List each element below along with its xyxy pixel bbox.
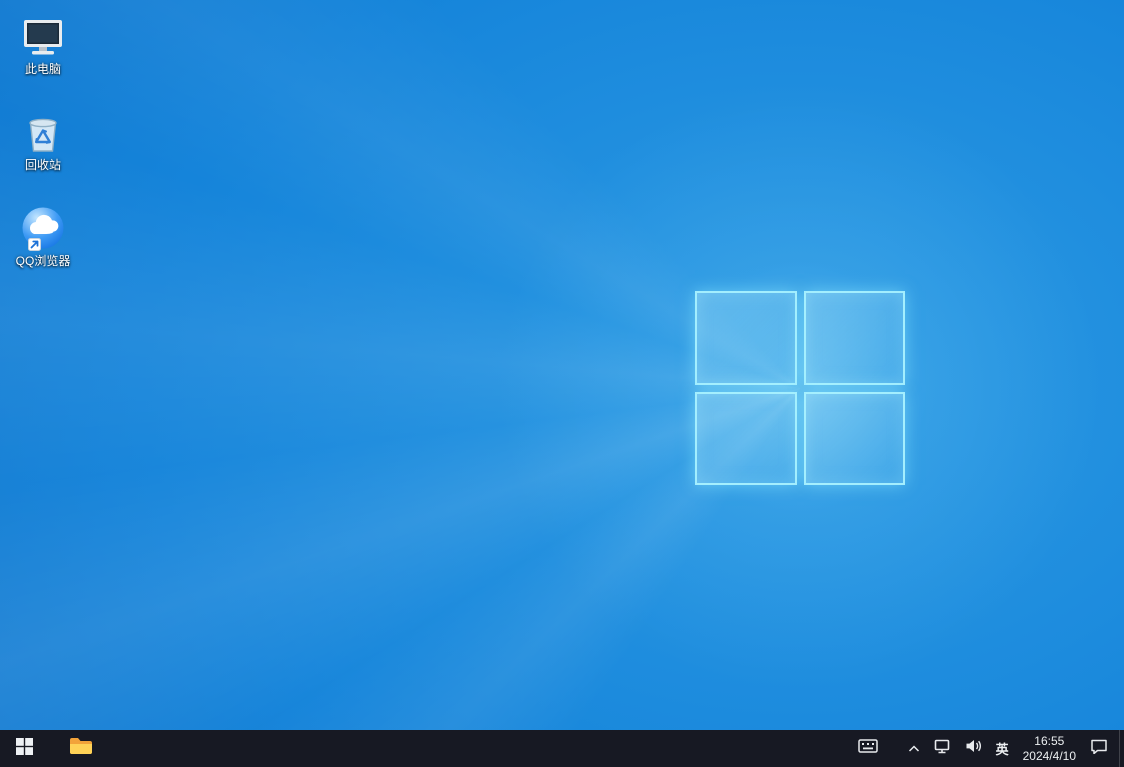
touch-keyboard-icon bbox=[858, 739, 878, 758]
this-pc-icon bbox=[19, 14, 67, 60]
this-pc-label: 此电脑 bbox=[25, 62, 61, 76]
system-tray: 英 16:55 2024/4/10 bbox=[851, 730, 1124, 767]
file-explorer-button[interactable] bbox=[58, 730, 104, 767]
desktop-background[interactable]: 此电脑 回收站 bbox=[0, 0, 1124, 730]
windows-logo-pane bbox=[804, 392, 906, 486]
windows-logo-pane bbox=[695, 291, 797, 385]
windows-logo-pane bbox=[695, 392, 797, 486]
folder-icon bbox=[69, 736, 93, 761]
desktop-icon-recycle-bin[interactable]: 回收站 bbox=[7, 110, 79, 172]
network-button[interactable] bbox=[927, 730, 958, 767]
ime-language-indicator[interactable]: 英 bbox=[989, 730, 1016, 767]
speaker-icon bbox=[965, 739, 982, 758]
touch-keyboard-button[interactable] bbox=[851, 730, 885, 767]
wallpaper-light-rays bbox=[0, 0, 1124, 730]
show-desktop-button[interactable] bbox=[1119, 730, 1124, 767]
taskbar: 英 16:55 2024/4/10 bbox=[0, 730, 1124, 767]
desktop-icon-this-pc[interactable]: 此电脑 bbox=[7, 14, 79, 76]
show-hidden-icons-button[interactable] bbox=[901, 730, 927, 767]
recycle-bin-icon bbox=[19, 110, 67, 156]
action-center-button[interactable] bbox=[1083, 730, 1115, 767]
windows-logo-pane bbox=[804, 291, 906, 385]
notification-bubble-icon bbox=[1090, 738, 1108, 759]
start-button[interactable] bbox=[0, 730, 48, 767]
clock-time: 16:55 bbox=[1034, 734, 1064, 749]
windows-start-icon bbox=[16, 738, 33, 760]
qq-browser-label: QQ浏览器 bbox=[16, 254, 71, 268]
wallpaper-windows-logo bbox=[695, 291, 905, 485]
qq-browser-icon bbox=[19, 206, 67, 252]
volume-button[interactable] bbox=[958, 730, 989, 767]
chevron-up-icon bbox=[908, 740, 920, 758]
recycle-bin-label: 回收站 bbox=[25, 158, 61, 172]
taskbar-clock[interactable]: 16:55 2024/4/10 bbox=[1016, 730, 1083, 767]
clock-date: 2024/4/10 bbox=[1023, 749, 1076, 764]
network-ethernet-icon bbox=[934, 739, 951, 759]
desktop-icon-qq-browser[interactable]: QQ浏览器 bbox=[7, 206, 79, 268]
